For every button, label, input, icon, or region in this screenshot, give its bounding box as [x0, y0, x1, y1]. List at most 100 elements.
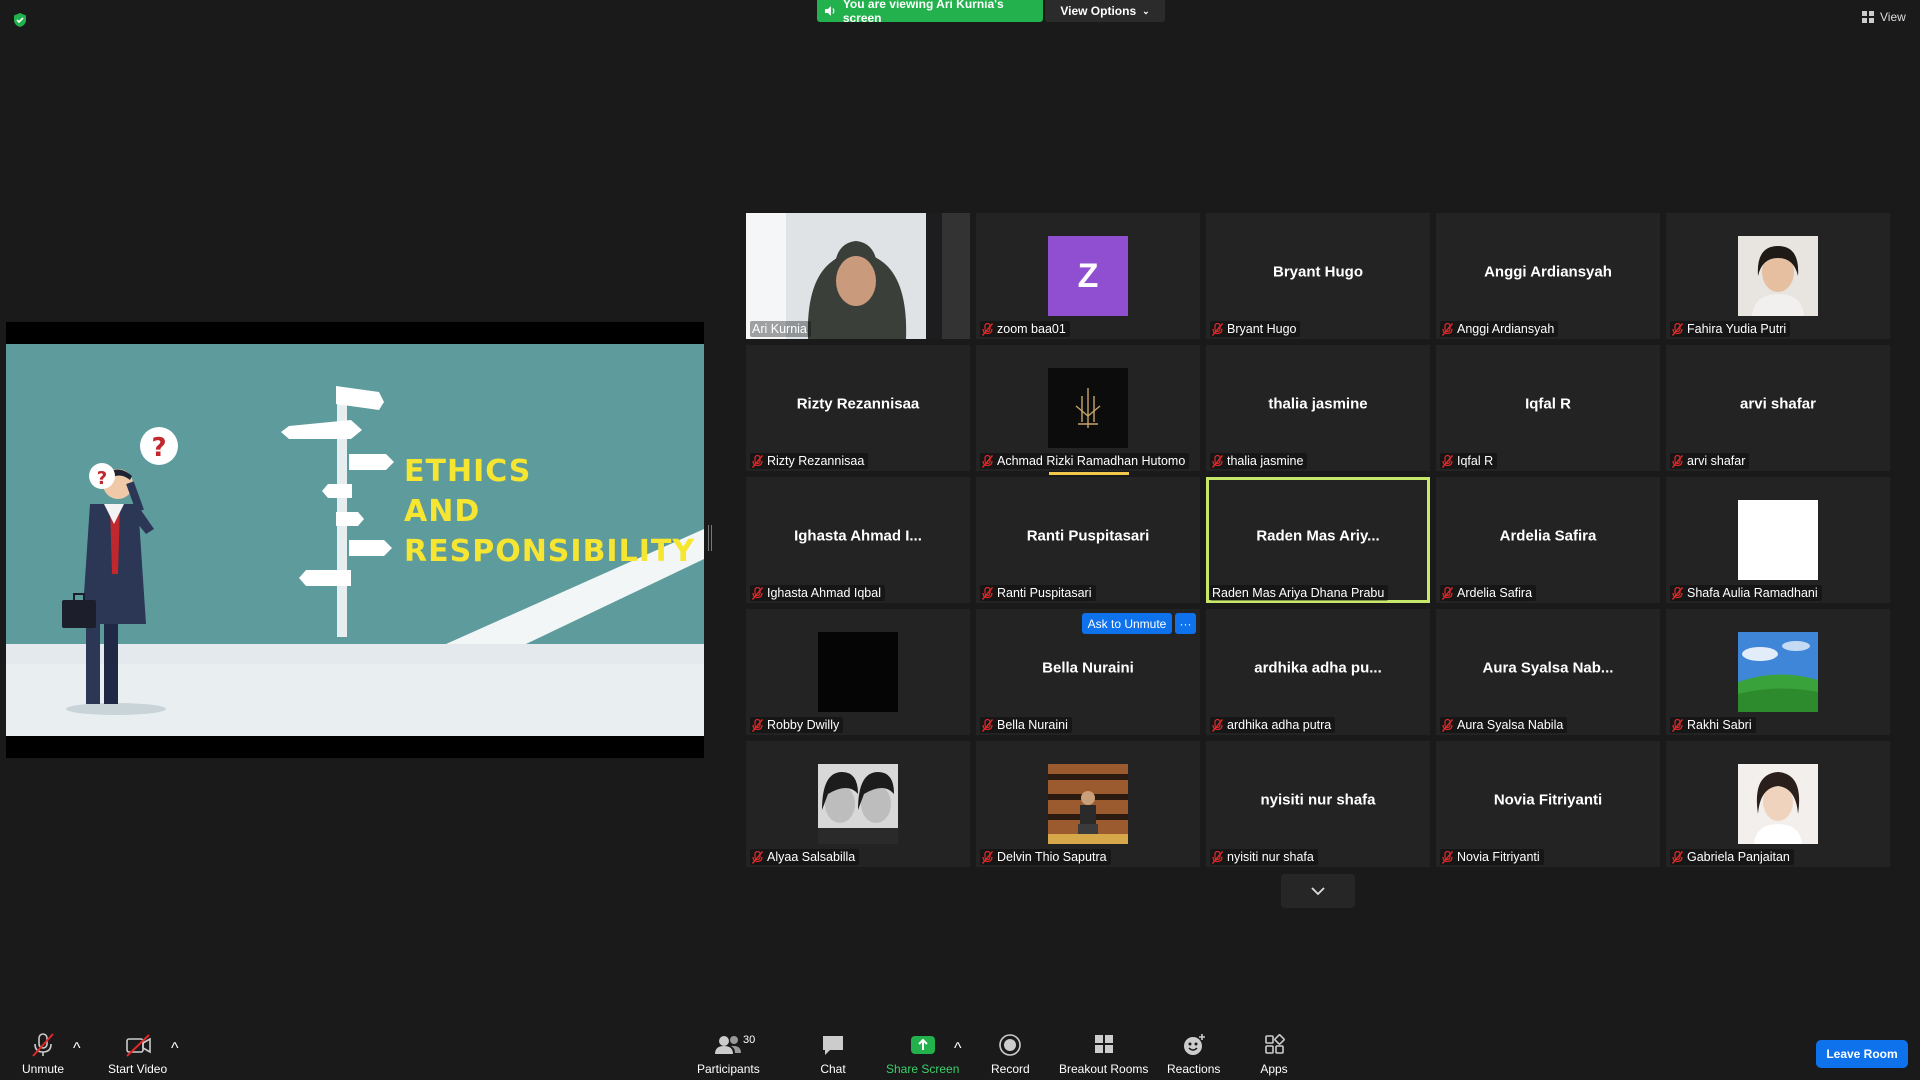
record-button[interactable]: Record: [991, 1032, 1030, 1076]
participant-tile[interactable]: Rizty Rezannisaa Rizty Rezannisaa: [746, 345, 970, 471]
participant-display-name: Bella Nuraini: [1042, 659, 1134, 677]
participant-tile[interactable]: Alyaa Salsabilla: [746, 741, 970, 867]
participant-name: ardhika adha putra: [1227, 718, 1332, 732]
participant-name: Iqfal R: [1457, 454, 1494, 468]
participant-display-name: Ighasta Ahmad I...: [794, 527, 922, 545]
apps-button[interactable]: Apps: [1260, 1032, 1288, 1076]
participant-tile[interactable]: Ranti Puspitasari Ranti Puspitasari: [976, 477, 1200, 603]
share-screen-button[interactable]: Share Screen: [886, 1032, 959, 1076]
ask-to-unmute-button[interactable]: Ask to Unmute: [1082, 613, 1172, 634]
participant-tile[interactable]: Robby Dwilly: [746, 609, 970, 735]
participant-tile[interactable]: Rakhi Sabri: [1666, 609, 1890, 735]
viewing-banner-text: You are viewing Ari Kurnia's screen: [842, 0, 1004, 25]
participant-tile[interactable]: Shafa Aulia Ramadhani: [1666, 477, 1890, 603]
muted-microphone-icon: [982, 586, 997, 600]
muted-microphone-icon: [982, 850, 997, 864]
breakout-rooms-button[interactable]: Breakout Rooms: [1059, 1032, 1148, 1076]
participant-name-label: Iqfal R: [1440, 453, 1498, 469]
video-options-caret-icon[interactable]: ^: [171, 1040, 179, 1058]
participant-name-label: Shafa Aulia Ramadhani: [1670, 585, 1822, 601]
participant-name: Raden Mas Ariya Dhana Prabu: [1212, 586, 1385, 600]
participant-tile[interactable]: Ardelia Safira Ardelia Safira: [1436, 477, 1660, 603]
participant-name: Bryant Hugo: [1227, 322, 1297, 336]
participant-avatar: [1738, 632, 1818, 712]
participant-display-name: ardhika adha pu...: [1254, 659, 1382, 677]
video-off-icon: [125, 1034, 151, 1057]
participant-name-label: Gabriela Panjaitan: [1670, 849, 1794, 865]
participant-name: Ighasta Ahmad Iqbal: [767, 586, 881, 600]
participant-tile[interactable]: Ari Kurnia: [746, 213, 970, 339]
reactions-button[interactable]: Reactions: [1167, 1032, 1220, 1076]
muted-microphone-icon: [982, 718, 997, 732]
reactions-icon: [1183, 1034, 1205, 1055]
participant-display-name: nyisiti nur shafa: [1260, 791, 1376, 809]
participant-name-label: arvi shafar: [1670, 453, 1750, 469]
participant-tile[interactable]: thalia jasmine thalia jasmine: [1206, 345, 1430, 471]
muted-microphone-icon: [1672, 454, 1687, 468]
participant-tile[interactable]: Gabriela Panjaitan: [1666, 741, 1890, 867]
participant-tile[interactable]: Delvin Thio Saputra: [976, 741, 1200, 867]
participant-tile[interactable]: Zzoom baa01: [976, 213, 1200, 339]
security-shield-icon[interactable]: [12, 12, 28, 28]
participant-name-label: Robby Dwilly: [750, 717, 844, 733]
participant-tile[interactable]: Anggi Ardiansyah Anggi Ardiansyah: [1436, 213, 1660, 339]
participant-name: arvi shafar: [1687, 454, 1746, 468]
muted-microphone-icon: [1442, 850, 1457, 864]
meeting-toolbar: Unmute ^ Start Video ^ Participants 30 C…: [0, 1020, 1920, 1080]
participant-tile[interactable]: Bryant Hugo Bryant Hugo: [1206, 213, 1430, 339]
svg-text:?: ?: [97, 468, 107, 489]
participant-avatar: [818, 764, 898, 844]
participant-name: Novia Fitriyanti: [1457, 850, 1540, 864]
participant-tile[interactable]: ardhika adha pu... ardhika adha putra: [1206, 609, 1430, 735]
participant-tile[interactable]: Ighasta Ahmad I... Ighasta Ahmad Iqbal: [746, 477, 970, 603]
participant-name-label: Bryant Hugo: [1210, 321, 1301, 337]
more-options-button[interactable]: ···: [1175, 613, 1196, 634]
participant-tile[interactable]: Aura Syalsa Nab... Aura Syalsa Nabila: [1436, 609, 1660, 735]
view-button[interactable]: View: [1862, 10, 1906, 24]
audio-options-caret-icon[interactable]: ^: [73, 1040, 81, 1058]
participant-tile[interactable]: arvi shafar arvi shafar: [1666, 345, 1890, 471]
slide-title-line: ETHICS: [404, 454, 532, 489]
share-options-caret-icon[interactable]: ^: [954, 1040, 962, 1058]
panel-splitter-handle[interactable]: [708, 525, 712, 551]
chevron-down-icon: [1311, 887, 1325, 896]
muted-microphone-icon: [1442, 322, 1457, 336]
participant-avatar: [1738, 764, 1818, 844]
participant-name-label: Alyaa Salsabilla: [750, 849, 860, 865]
muted-microphone-icon: [1442, 718, 1457, 732]
shared-screen[interactable]: ? ? ETHICS AND RESPONSIBILITY: [6, 322, 704, 758]
chat-icon: [823, 1036, 843, 1055]
participant-tile[interactable]: Iqfal R Iqfal R: [1436, 345, 1660, 471]
view-options-button[interactable]: View Options ⌄: [1045, 0, 1165, 22]
chat-button[interactable]: Chat: [819, 1032, 847, 1076]
participant-name-label: Aura Syalsa Nabila: [1440, 717, 1568, 733]
participant-name: Bella Nuraini: [997, 718, 1068, 732]
participant-name-label: Fahira Yudia Putri: [1670, 321, 1791, 337]
record-label: Record: [991, 1062, 1030, 1076]
view-options-label: View Options: [1060, 4, 1137, 18]
chat-label: Chat: [820, 1062, 846, 1076]
participant-display-name: Ranti Puspitasari: [1026, 527, 1150, 545]
participant-display-name: Rizty Rezannisaa: [796, 395, 920, 413]
muted-microphone-icon: [1442, 586, 1457, 600]
slide-title-line: AND: [404, 494, 481, 529]
participant-avatar: [818, 632, 898, 712]
participant-tile[interactable]: Raden Mas Ariy... Raden Mas Ariya Dhana P…: [1206, 477, 1430, 603]
participant-name: thalia jasmine: [1227, 454, 1304, 468]
muted-microphone-icon: [1212, 454, 1227, 468]
participant-tile[interactable]: Achmad Rizki Ramadhan Hutomo: [976, 345, 1200, 471]
participant-name-label: Achmad Rizki Ramadhan Hutomo: [980, 453, 1190, 469]
muted-microphone-icon: [1672, 586, 1687, 600]
participant-tile[interactable]: Fahira Yudia Putri: [1666, 213, 1890, 339]
participant-tile[interactable]: nyisiti nur shafa nyisiti nur shafa: [1206, 741, 1430, 867]
start-video-button[interactable]: Start Video: [108, 1032, 167, 1076]
participant-name-label: Anggi Ardiansyah: [1440, 321, 1559, 337]
gallery-next-page-button[interactable]: [1281, 874, 1355, 908]
unmute-button[interactable]: Unmute: [22, 1032, 64, 1076]
participant-name-label: Ari Kurnia: [750, 321, 811, 337]
participant-name-label: ardhika adha putra: [1210, 717, 1336, 733]
breakout-rooms-label: Breakout Rooms: [1059, 1062, 1149, 1076]
share-screen-icon: [910, 1036, 935, 1054]
leave-room-button[interactable]: Leave Room: [1816, 1040, 1908, 1068]
participant-tile[interactable]: Novia Fitriyanti Novia Fitriyanti: [1436, 741, 1660, 867]
